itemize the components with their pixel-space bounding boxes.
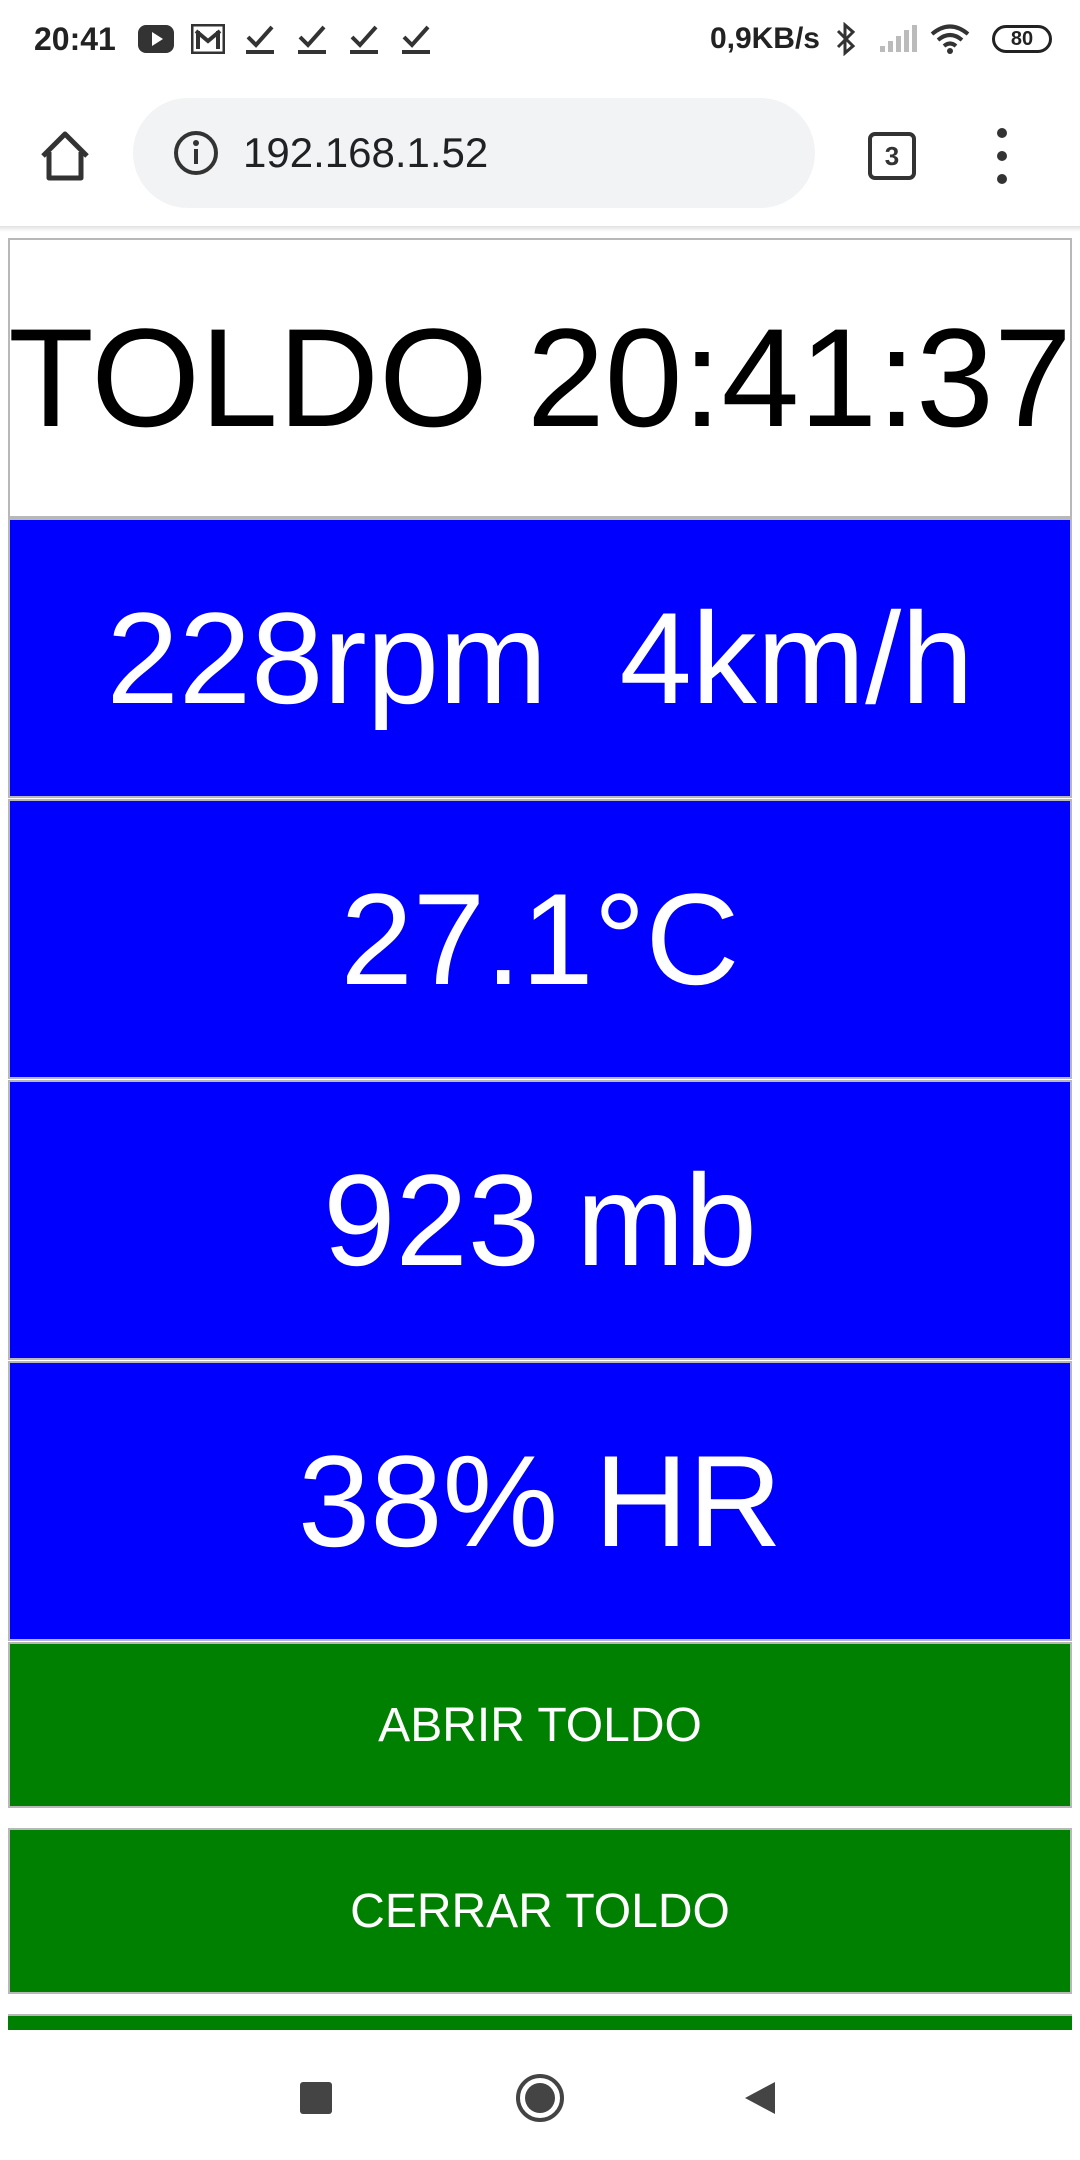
humidity-readout: 38% HR <box>297 1428 783 1574</box>
signal-icon <box>878 19 918 59</box>
back-button[interactable] <box>742 2080 778 2116</box>
check-icon <box>240 19 280 59</box>
page-title: TOLDO 20:41:37 <box>8 299 1072 456</box>
home-button[interactable] <box>30 121 100 191</box>
check-icon <box>292 19 332 59</box>
info-icon[interactable] <box>171 128 221 178</box>
open-awning-button[interactable]: ABRIR TOLDO <box>8 1642 1072 1808</box>
wind-readout: 228rpm 4km/h <box>106 585 974 731</box>
bluetooth-icon <box>826 19 866 59</box>
toolbar-divider <box>0 226 1080 232</box>
wifi-icon <box>930 19 970 59</box>
check-icon <box>344 19 384 59</box>
menu-dot-icon <box>997 151 1007 161</box>
overflow-menu-button[interactable] <box>980 128 1024 184</box>
address-bar[interactable]: 192.168.1.52 <box>133 98 815 208</box>
home-icon <box>41 131 89 181</box>
menu-dot-icon <box>997 128 1007 138</box>
check-icon <box>396 19 436 59</box>
navigation-bar <box>0 2030 1080 2160</box>
battery-indicator: 80 <box>992 25 1052 53</box>
recents-button[interactable] <box>300 2082 332 2114</box>
url-text[interactable]: 192.168.1.52 <box>243 129 488 177</box>
wind-panel: 228rpm 4km/h <box>8 518 1072 798</box>
temperature-readout: 27.1°C <box>340 866 740 1012</box>
youtube-icon <box>136 19 176 59</box>
status-time: 20:41 <box>34 20 116 57</box>
status-bar: 20:41 0,9KB/s 80 <box>0 0 1080 78</box>
gmail-icon <box>188 19 228 59</box>
circle-home-icon <box>516 2074 564 2122</box>
close-awning-button[interactable]: CERRAR TOLDO <box>8 1828 1072 1994</box>
network-speed: 0,9KB/s <box>709 22 820 55</box>
tab-switcher-button[interactable]: 3 <box>868 132 916 180</box>
temperature-panel: 27.1°C <box>8 799 1072 1079</box>
back-triangle-icon <box>745 2082 775 2114</box>
title-panel: TOLDO 20:41:37 <box>8 238 1072 518</box>
menu-dot-icon <box>997 174 1007 184</box>
pressure-panel: 923 mb <box>8 1080 1072 1360</box>
pressure-readout: 923 mb <box>323 1147 757 1293</box>
browser-toolbar: 192.168.1.52 3 <box>0 78 1080 228</box>
humidity-panel: 38% HR <box>8 1361 1072 1641</box>
home-nav-button[interactable] <box>514 2072 566 2124</box>
